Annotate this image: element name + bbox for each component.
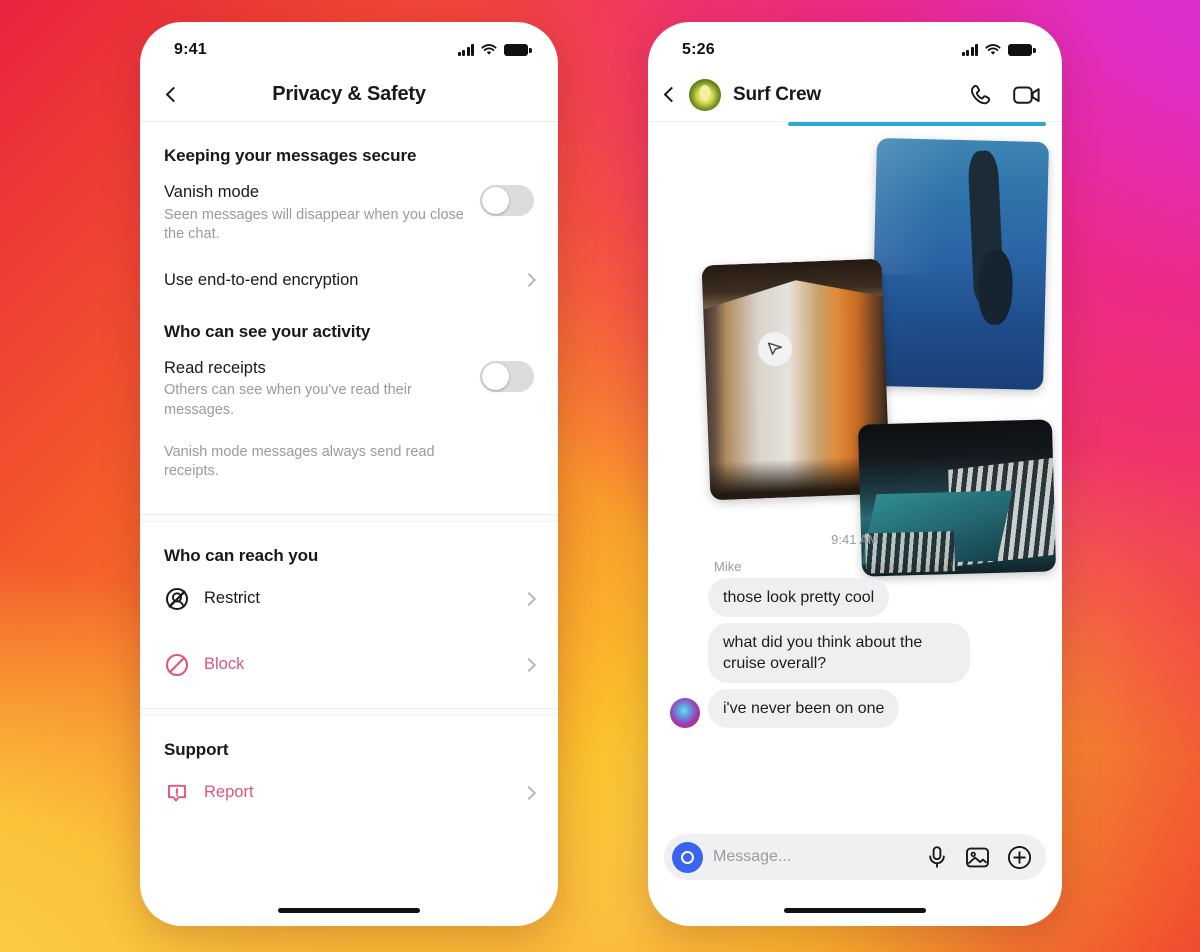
page-title: Privacy & Safety: [272, 83, 426, 105]
composer-actions: [926, 845, 1032, 870]
message-composer: Message...: [648, 834, 1062, 880]
message-timestamp: 9:41 AM: [831, 531, 879, 547]
home-indicator: [278, 907, 420, 913]
vanish-mode-toggle[interactable]: [480, 185, 534, 216]
chevron-right-icon: [521, 591, 537, 606]
status-icons: [457, 44, 532, 56]
status-bar-left: 9:41: [140, 22, 558, 68]
message-bubble[interactable]: those look pretty cool: [708, 577, 890, 617]
plus-circle-icon[interactable]: [1007, 845, 1032, 870]
mike-profile-avatar[interactable]: [670, 698, 700, 728]
chat-header-actions: [966, 81, 1042, 109]
nav-bar-left: Privacy & Safety: [140, 68, 558, 122]
report-icon: [168, 784, 186, 802]
phone-call-icon[interactable]: [966, 81, 994, 109]
chat-message-area: 9:41 AM Mike those look pretty cool what…: [648, 122, 1062, 734]
video-camera-icon[interactable]: [1012, 82, 1042, 108]
wifi-icon: [985, 44, 1001, 55]
status-icons: [961, 44, 1036, 56]
read-receipts-description: Others can see when you've read their me…: [164, 382, 412, 418]
setting-row-read-receipts[interactable]: Read receipts Others can see when you've…: [140, 342, 558, 421]
cellular-signal-icon: [961, 44, 978, 56]
message-bubble[interactable]: i've never been on one: [708, 688, 900, 728]
phone-left-privacy-settings: 9:41 Privacy & Safety Keeping your messa…: [140, 22, 558, 926]
message-sender-name: Mike: [714, 558, 742, 574]
vanish-mode-label: Vanish mode: [164, 183, 260, 201]
end-to-end-encryption-label: Use end-to-end encryption: [164, 270, 359, 289]
status-bar-right: 5:26: [648, 22, 1062, 68]
chevron-right-icon: [521, 785, 537, 800]
chat-title: Surf Crew: [733, 83, 821, 105]
section-heading-see-activity: Who can see your activity: [164, 321, 371, 341]
report-label: Report: [204, 783, 254, 802]
message-row: what did you think about the cruise over…: [648, 622, 1062, 689]
section-heading-reach-you: Who can reach you: [164, 545, 319, 565]
battery-icon: [1008, 44, 1036, 56]
media-top-accent-bar: [788, 122, 1046, 126]
toggle-knob: [482, 362, 509, 390]
chevron-right-icon: [521, 657, 537, 672]
setting-row-end-to-end-encryption[interactable]: Use end-to-end encryption: [140, 245, 558, 300]
section-divider: [140, 513, 558, 522]
message-input[interactable]: Message...: [713, 848, 916, 866]
back-chevron-icon[interactable]: [663, 86, 680, 103]
setting-row-restrict[interactable]: Restrict: [140, 566, 558, 632]
microphone-icon[interactable]: [926, 845, 948, 869]
message-bubble[interactable]: what did you think about the cruise over…: [708, 622, 970, 683]
read-receipts-note: Vanish mode messages always send read re…: [164, 443, 435, 480]
block-icon: [165, 653, 189, 676]
settings-list: Keeping your messages secure Vanish mode…: [140, 122, 558, 826]
section-divider: [140, 707, 558, 716]
vanish-mode-description: Seen messages will disappear when you cl…: [164, 206, 464, 243]
chat-header: Surf Crew: [648, 68, 1062, 122]
message-row: those look pretty cool: [648, 577, 1062, 623]
cellular-signal-icon: [457, 44, 474, 56]
battery-icon: [504, 44, 532, 56]
camera-icon[interactable]: [672, 841, 703, 873]
status-time: 5:26: [682, 41, 715, 58]
status-time: 9:41: [174, 41, 207, 58]
setting-row-report[interactable]: Report: [140, 760, 558, 826]
back-chevron-icon[interactable]: [160, 82, 186, 108]
send-share-icon[interactable]: [758, 332, 792, 366]
restrict-icon: [166, 587, 188, 610]
home-indicator: [784, 907, 926, 913]
message-row: i've never been on one: [648, 688, 1062, 734]
phone-right-chat: 5:26 Surf Crew 9:41 AM Mike those look p…: [648, 22, 1062, 926]
photo-gallery-icon[interactable]: [965, 846, 990, 869]
read-receipts-toggle[interactable]: [480, 360, 534, 392]
section-heading-messages-secure: Keeping your messages secure: [164, 146, 417, 165]
read-receipts-label: Read receipts: [164, 358, 266, 377]
section-heading-support: Support: [164, 739, 229, 759]
setting-row-block[interactable]: Block: [140, 632, 558, 698]
block-label: Block: [204, 655, 245, 674]
setting-row-vanish-mode[interactable]: Vanish mode Seen messages will disappear…: [140, 166, 558, 245]
photo-underwater-diver[interactable]: [870, 137, 1050, 391]
wifi-icon: [481, 44, 497, 55]
restrict-label: Restrict: [204, 589, 260, 608]
avocado-avatar[interactable]: [689, 78, 721, 111]
chevron-right-icon: [521, 273, 537, 288]
toggle-knob: [482, 187, 509, 214]
